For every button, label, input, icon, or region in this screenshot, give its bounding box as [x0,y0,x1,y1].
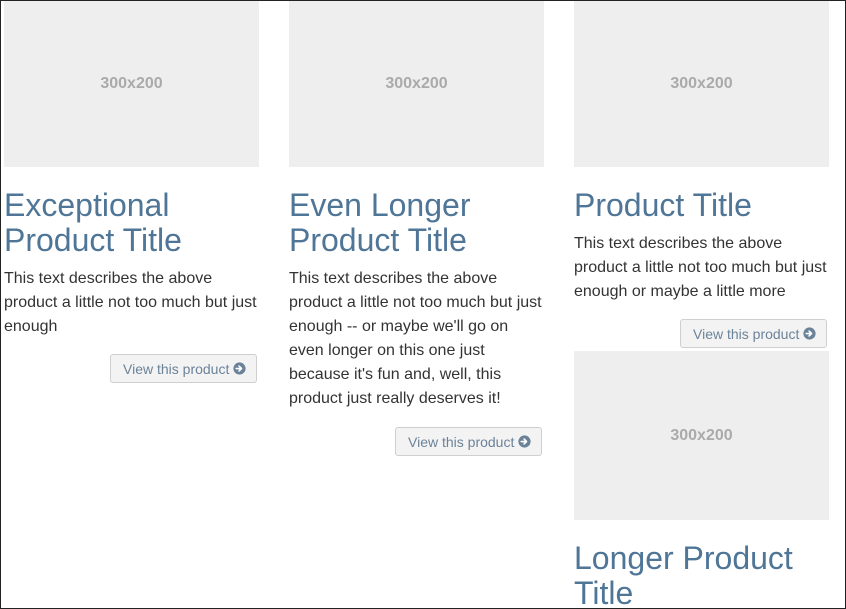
arrow-circle-right-icon [518,435,531,448]
product-image-placeholder: 300x200 [289,1,544,167]
placeholder-label: 300x200 [670,426,733,444]
product-title: Exceptional Product Title [4,187,182,258]
product-title: Longer Product Title [574,540,793,609]
product-image-placeholder: 300x200 [574,351,829,520]
product-title: Even Longer Product Title [289,187,471,258]
view-product-button[interactable]: View this product [110,354,258,383]
button-label: View this product [408,433,515,450]
view-product-button[interactable]: View this product [395,427,543,456]
arrow-circle-right-icon [233,362,246,375]
product-description: This text describes the above product a … [4,270,257,335]
placeholder-label: 300x200 [385,75,448,92]
arrow-circle-right-icon [803,327,816,340]
product-card: 300x200 Even Longer Product Title This t… [289,1,544,411]
product-description: This text describes the above product a … [574,235,827,300]
product-description: This text describes the above product a … [289,270,542,407]
placeholder-label: 300x200 [670,75,733,92]
product-title: Product Title [574,187,752,223]
button-label: View this product [693,325,800,342]
product-card: 300x200 Product Title This text describe… [574,1,829,304]
product-image-placeholder: 300x200 [4,1,259,167]
button-label: View this product [123,360,230,377]
product-grid: 300x200 Exceptional Product Title This t… [0,0,846,609]
view-product-button[interactable]: View this product [680,319,828,348]
product-image-placeholder: 300x200 [574,1,829,167]
placeholder-label: 300x200 [100,75,163,92]
product-card: 300x200 Longer Product Title [574,351,829,609]
product-card: 300x200 Exceptional Product Title This t… [4,1,259,339]
